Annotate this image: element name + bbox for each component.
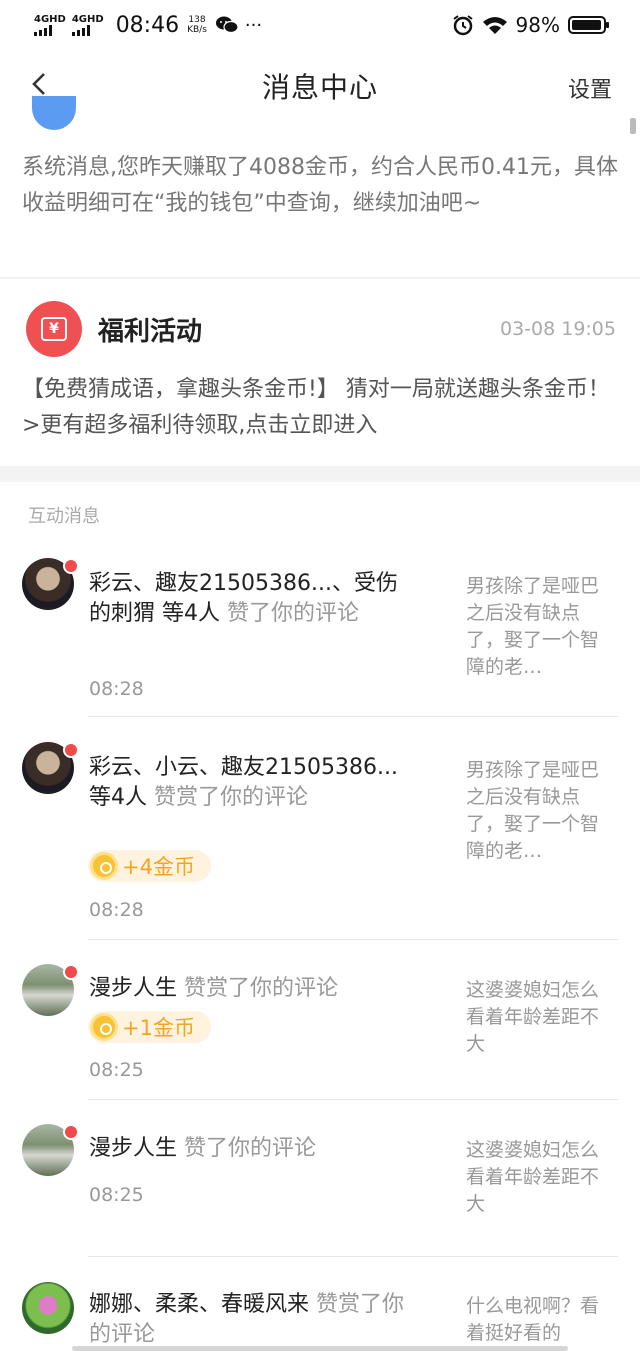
network-speed: 138 KB/s [187, 15, 207, 35]
network-speed-unit: KB/s [187, 25, 207, 35]
section-divider [0, 466, 640, 482]
interaction-time: 08:25 [89, 1059, 144, 1081]
coin-amount: +1金币 [122, 1016, 195, 1040]
coin-icon [90, 1013, 118, 1041]
welfare-icon: ¥ [26, 301, 82, 357]
network-speed-value: 138 [188, 15, 206, 25]
interaction-time: 08:28 [89, 899, 144, 921]
interaction-names[interactable]: 漫步人生 [89, 1136, 177, 1161]
interaction-text: 彩云、小云、趣友21505386... 等4人 赞赏了你的评论 [89, 753, 411, 813]
battery-icon [568, 16, 609, 34]
coin-reward-badge: +1金币 [88, 1011, 211, 1043]
item-divider [88, 939, 618, 940]
settings-button[interactable]: 设置 [568, 72, 612, 104]
network-type-label: 4GHD [34, 13, 66, 25]
interaction-time: 08:28 [89, 678, 144, 700]
welfare-title: 福利活动 [98, 316, 203, 347]
system-message-text[interactable]: 系统消息,您昨天赚取了4088金币，约合人民币0.41元，具体收益明细可在“我的… [22, 150, 618, 222]
system-avatar [32, 96, 76, 130]
referenced-comment[interactable]: 什么电视啊？看着挺好看的 [466, 1293, 600, 1347]
interaction-action: 赞了你的评论 [220, 601, 359, 626]
interaction-action: 赞了你的评论 [177, 1136, 317, 1161]
coin-reward-badge: +4金币 [88, 850, 211, 882]
unread-dot [63, 558, 79, 574]
welfare-body[interactable]: 【免费猜成语，拿趣头条金币!】 猜对一局就送趣头条金币！ >更有超多福利待领取,… [22, 372, 618, 444]
referenced-comment[interactable]: 男孩除了是哑巴之后没有缺点了，娶了一个智障的老… [466, 757, 600, 865]
alarm-icon [452, 15, 473, 36]
interaction-names[interactable]: 娜娜、柔柔、春暖风来 [89, 1292, 309, 1317]
divider [0, 277, 640, 279]
more-notifications-icon: ··· [244, 14, 263, 36]
back-arrow-icon[interactable] [28, 72, 52, 96]
item-divider [88, 716, 618, 717]
network-type-label-2: 4GHD [71, 13, 104, 25]
interaction-names[interactable]: 漫步人生 [89, 976, 177, 1001]
status-time: 08:46 [115, 12, 180, 38]
signal-icon: 4GHD [34, 13, 66, 36]
wechat-icon [215, 16, 239, 34]
page-title: 消息中心 [261, 71, 378, 104]
interaction-text: 漫步人生 赞了你的评论 [89, 1134, 411, 1164]
item-divider [88, 1256, 618, 1257]
nav-bar: 消息中心 设置 [0, 50, 640, 122]
referenced-comment[interactable]: 男孩除了是哑巴之后没有缺点了，娶了一个智障的老… [466, 573, 600, 681]
interaction-action: 赞赏了你的评论 [177, 976, 339, 1001]
unread-dot [63, 742, 79, 758]
interaction-text: 彩云、趣友21505386...、受伤的刺猬 等4人 赞了你的评论 [89, 569, 411, 629]
interaction-time: 08:25 [89, 1184, 144, 1206]
user-avatar[interactable] [22, 1282, 74, 1334]
unread-dot [63, 964, 79, 980]
welfare-header[interactable]: ¥ 福利活动 03-08 19:05 [26, 300, 616, 358]
referenced-comment[interactable]: 这婆婆媳妇怎么看着年龄差距不大 [466, 977, 600, 1058]
item-divider [88, 1099, 618, 1100]
yuan-icon: ¥ [41, 317, 67, 341]
coin-icon [90, 852, 118, 880]
referenced-comment[interactable]: 这婆婆媳妇怎么看着年龄差距不大 [466, 1137, 600, 1218]
unread-dot [63, 1124, 79, 1140]
interaction-text: 漫步人生 赞赏了你的评论 [89, 974, 411, 1004]
wifi-icon [482, 17, 507, 34]
interaction-action: 赞赏了你的评论 [147, 785, 308, 810]
welfare-time: 03-08 19:05 [499, 318, 616, 340]
interaction-text: 娜娜、柔柔、春暖风来 赞赏了你的评论 [89, 1290, 411, 1350]
status-bar: 4GHD 4GHD 08:46 138 KB/s ··· 98% [0, 0, 640, 50]
home-indicator[interactable] [72, 1346, 568, 1351]
battery-percent: 98% [515, 13, 560, 37]
signal-icon-2: 4GHD [71, 13, 104, 36]
scrollbar[interactable] [630, 118, 636, 134]
coin-amount: +4金币 [122, 855, 195, 879]
interactions-section-label: 互动消息 [28, 506, 100, 527]
